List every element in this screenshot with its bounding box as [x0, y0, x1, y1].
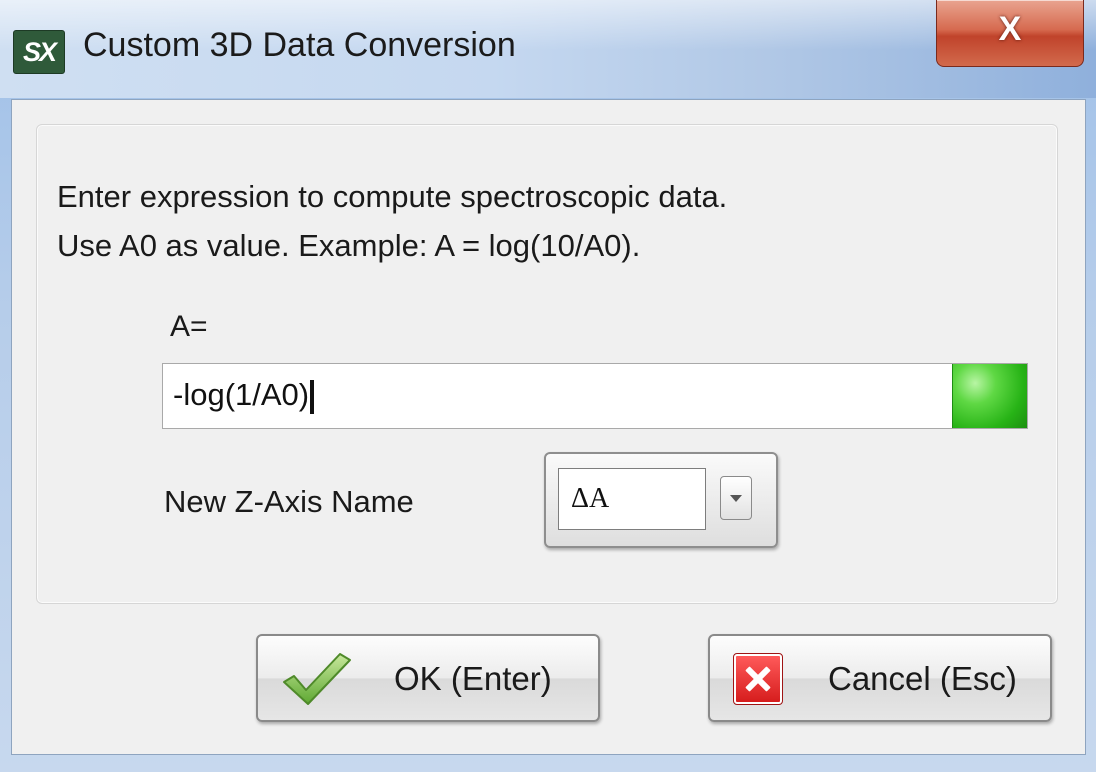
z-axis-name-value: ΔA	[571, 483, 610, 514]
ok-button[interactable]: OK (Enter)	[256, 634, 600, 722]
expression-value: -log(1/A0)	[173, 377, 310, 412]
valid-status-indicator-icon	[952, 364, 1027, 428]
checkmark-icon	[283, 653, 351, 705]
cancel-button-label: Cancel (Esc)	[828, 660, 1017, 697]
z-axis-name-combobox[interactable]: ΔA	[544, 452, 778, 548]
close-button[interactable]: X	[936, 0, 1084, 67]
instructions-line-2: Use A0 as value. Example: A = log(10/A0)…	[57, 228, 641, 263]
red-x-icon	[733, 653, 783, 705]
expression-label: A=	[170, 310, 208, 343]
title-bar[interactable]: SX Custom 3D Data Conversion X	[0, 0, 1096, 98]
text-caret	[310, 379, 315, 414]
window-title: Custom 3D Data Conversion	[83, 26, 516, 64]
app-logo-icon: SX	[13, 30, 65, 74]
cancel-button[interactable]: Cancel (Esc)	[708, 634, 1052, 722]
chevron-down-icon[interactable]	[720, 476, 752, 520]
close-icon: X	[998, 10, 1022, 48]
instructions-text: Enter expression to compute spectroscopi…	[57, 172, 727, 270]
z-axis-name-label: New Z-Axis Name	[164, 484, 414, 519]
ok-button-label: OK (Enter)	[394, 660, 552, 697]
expression-input[interactable]: -log(1/A0)	[162, 363, 1028, 429]
instructions-line-1: Enter expression to compute spectroscopi…	[57, 179, 728, 214]
z-axis-name-field[interactable]: ΔA	[558, 468, 706, 530]
dialog-window: SX Custom 3D Data Conversion X Enter exp…	[0, 0, 1096, 772]
expression-value-wrap: -log(1/A0)	[173, 377, 315, 414]
